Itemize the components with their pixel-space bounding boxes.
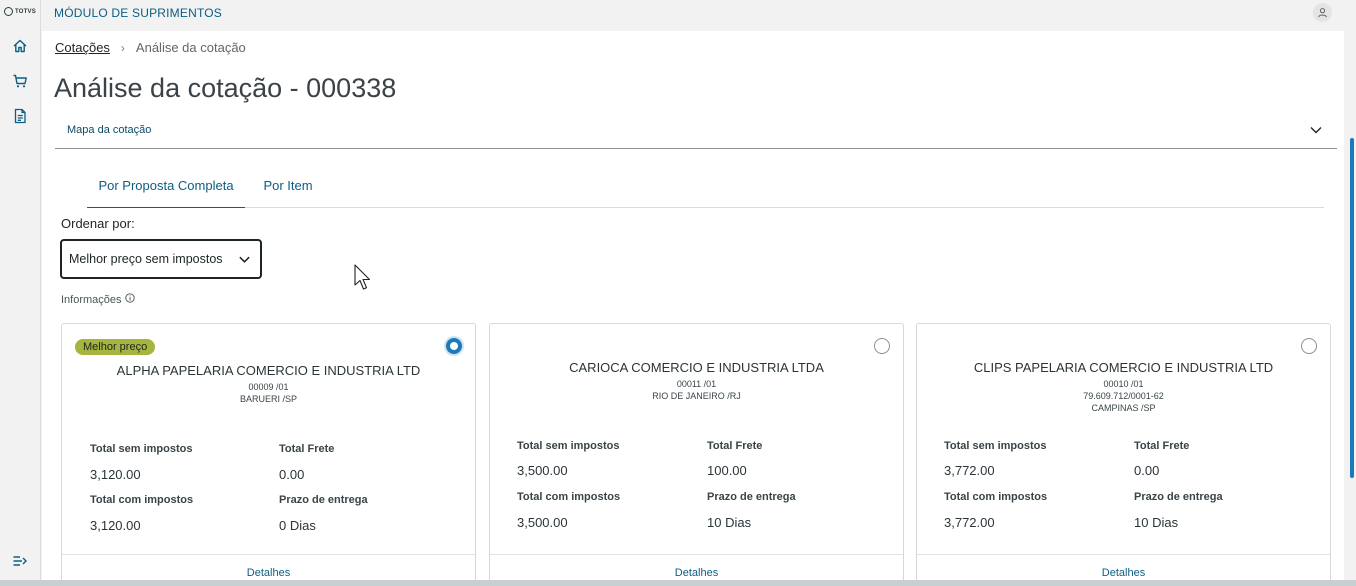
top-bar: MÓDULO DE SUPRIMENTOS [41, 0, 1356, 28]
label-total-frete: Total Frete [1134, 440, 1190, 452]
value-total-frete: 100.00 [707, 463, 747, 478]
supplier-name: ALPHA PAPELARIA COMERCIO E INDUSTRIA LTD [116, 363, 421, 378]
supplier-card[interactable]: CLIPS PAPELARIA COMERCIO E INDUSTRIA LTD… [916, 323, 1331, 580]
chevron-down-icon[interactable] [1309, 123, 1323, 142]
breadcrumb-current: Análise da cotação [135, 40, 246, 55]
best-price-badge: Melhor preço [75, 339, 156, 355]
sort-selected-value: Melhor preço sem impostos [69, 252, 223, 266]
supplier-city: RIO DE JANEIRO /RJ [652, 391, 741, 401]
label-total-sem-impostos: Total sem impostos [90, 443, 193, 455]
tab-por-proposta-completa[interactable]: Por Proposta Completa [87, 166, 245, 208]
supplier-card[interactable]: Melhor preço ALPHA PAPELARIA COMERCIO E … [61, 323, 476, 580]
side-navigation: TOTVS [0, 0, 41, 580]
collapse-menu-icon[interactable] [10, 551, 30, 571]
document-icon[interactable] [10, 106, 30, 126]
label-prazo-entrega: Prazo de entrega [1134, 491, 1223, 503]
value-total-sem-impostos: 3,500.00 [517, 463, 568, 478]
value-total-frete: 0.00 [279, 467, 305, 482]
details-link[interactable]: Detalhes [490, 567, 903, 579]
totvs-logo-mark [4, 7, 13, 16]
supplier-name: CLIPS PAPELARIA COMERCIO E INDUSTRIA LTD [973, 360, 1274, 375]
label-prazo-entrega: Prazo de entrega [707, 491, 796, 503]
details-link[interactable]: Detalhes [917, 567, 1330, 579]
label-total-sem-impostos: Total sem impostos [517, 440, 620, 452]
main-content: Cotações › Análise da cotação Análise da… [42, 31, 1344, 580]
vertical-scrollbar[interactable] [1350, 138, 1354, 478]
accordion-mapa-cotacao[interactable]: Mapa da cotação [55, 115, 1337, 149]
label-total-frete: Total Frete [279, 443, 335, 455]
label-prazo-entrega: Prazo de entrega [279, 494, 368, 506]
card-footer: Detalhes [490, 554, 903, 580]
breadcrumb-link-cotacoes[interactable]: Cotações [55, 40, 110, 55]
value-total-sem-impostos: 3,120.00 [90, 467, 141, 482]
chevron-down-icon [238, 253, 251, 271]
accordion-label: Mapa da cotação [67, 124, 152, 136]
value-total-com-impostos: 3,772.00 [944, 515, 995, 530]
cart-icon[interactable] [10, 71, 30, 91]
label-total-sem-impostos: Total sem impostos [944, 440, 1047, 452]
user-icon[interactable] [1313, 3, 1332, 22]
value-total-com-impostos: 3,120.00 [90, 518, 141, 533]
info-label: Informações [61, 293, 122, 306]
supplier-document: 79.609.712/0001-62 [1083, 391, 1164, 401]
supplier-radio[interactable] [446, 338, 462, 354]
supplier-radio[interactable] [874, 338, 890, 354]
card-footer: Detalhes [62, 554, 475, 580]
totvs-logo-text: TOTVS [15, 8, 36, 15]
supplier-card[interactable]: CARIOCA COMERCIO E INDUSTRIA LTDA 00011 … [489, 323, 904, 580]
value-prazo-entrega: 10 Dias [1134, 515, 1179, 530]
info-icon[interactable] [124, 293, 135, 306]
label-total-com-impostos: Total com impostos [517, 491, 621, 503]
page-title: Análise da cotação - 000338 [54, 73, 397, 103]
supplier-code: 00009 /01 [248, 382, 289, 392]
value-total-sem-impostos: 3,772.00 [944, 463, 995, 478]
info-link[interactable]: Informações [61, 293, 135, 306]
sort-select[interactable]: Melhor preço sem impostos [60, 239, 262, 279]
supplier-name: CARIOCA COMERCIO E INDUSTRIA LTDA [569, 360, 824, 375]
card-footer: Detalhes [917, 554, 1330, 580]
supplier-code: 00011 /01 [676, 379, 717, 389]
home-icon[interactable] [10, 36, 30, 56]
value-total-com-impostos: 3,500.00 [517, 515, 568, 530]
label-total-frete: Total Frete [707, 440, 763, 452]
totvs-logo: TOTVS [4, 7, 36, 16]
module-title: MÓDULO DE SUPRIMENTOS [54, 6, 222, 20]
value-prazo-entrega: 10 Dias [707, 515, 752, 530]
sort-label: Ordenar por: [61, 216, 135, 231]
tab-bar: Por Proposta Completa Por Item [87, 166, 1324, 208]
supplier-code: 00010 /01 [1103, 379, 1144, 389]
breadcrumb-separator: › [120, 40, 125, 55]
supplier-radio[interactable] [1301, 338, 1317, 354]
supplier-city: CAMPINAS /SP [1091, 403, 1156, 413]
horizontal-scrollbar[interactable] [0, 580, 1356, 586]
label-total-com-impostos: Total com impostos [90, 494, 194, 506]
mouse-cursor-icon [354, 264, 374, 297]
breadcrumb: Cotações › Análise da cotação [55, 40, 246, 55]
value-prazo-entrega: 0 Dias [279, 518, 316, 533]
label-total-com-impostos: Total com impostos [944, 491, 1048, 503]
details-link[interactable]: Detalhes [62, 567, 475, 579]
supplier-city: BARUERI /SP [239, 394, 297, 404]
value-total-frete: 0.00 [1134, 463, 1160, 478]
tab-por-item[interactable]: Por Item [253, 166, 323, 208]
